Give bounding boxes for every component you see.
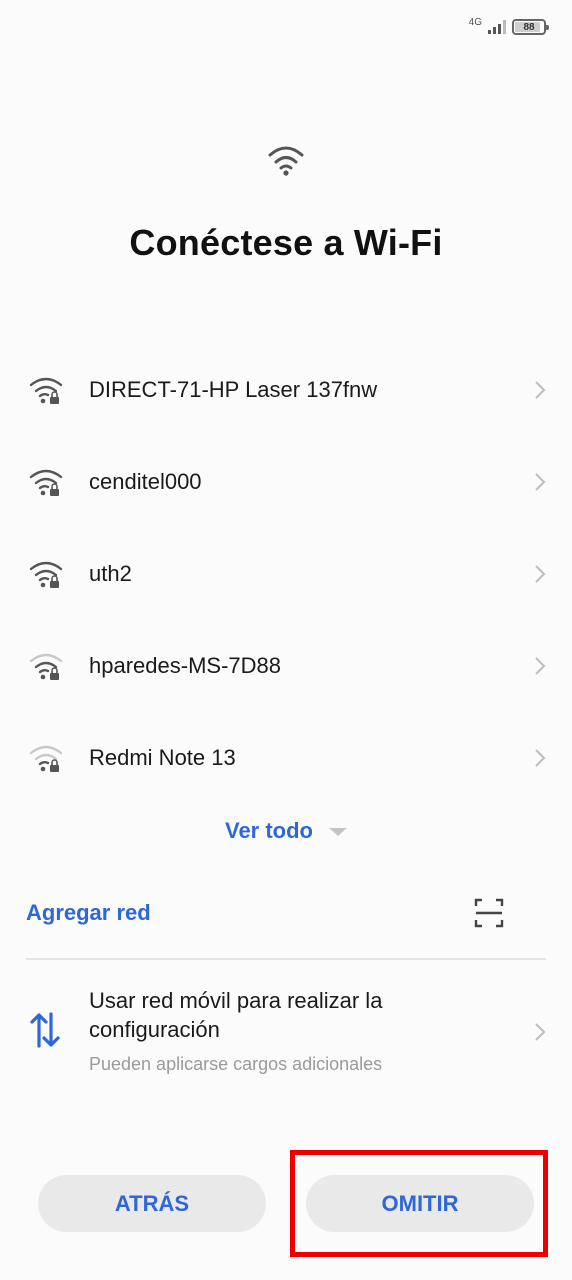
network-ssid: DIRECT-71-HP Laser 137fnw <box>89 377 378 402</box>
divider <box>26 958 546 960</box>
wifi-locked-icon <box>29 561 63 588</box>
wifi-setup-screen: 4G 88 Conéctese a Wi-Fi DIRECT-71-HP Las… <box>0 0 572 1280</box>
back-button[interactable]: ATRÁS <box>38 1175 266 1232</box>
chevron-right-icon <box>535 657 546 675</box>
chevron-right-icon <box>535 381 546 399</box>
add-network-link[interactable]: Agregar red <box>26 900 151 926</box>
wifi-locked-icon <box>29 745 63 772</box>
network-ssid: hparedes-MS-7D88 <box>89 653 281 678</box>
chevron-right-icon <box>535 473 546 491</box>
wifi-locked-icon <box>29 469 63 496</box>
skip-button[interactable]: OMITIR <box>306 1175 534 1232</box>
status-bar: 4G 88 <box>468 14 549 40</box>
see-all-button[interactable]: Ver todo <box>0 818 572 844</box>
network-type: 4G <box>468 16 482 28</box>
network-item[interactable]: DIRECT-71-HP Laser 137fnw <box>0 344 572 436</box>
battery-icon: 88 <box>512 19 549 35</box>
chevron-right-icon <box>535 1023 546 1041</box>
use-mobile-data-option[interactable]: Usar red móvil para realizar la configur… <box>0 980 572 1090</box>
network-list: DIRECT-71-HP Laser 137fnw cenditel000 ut… <box>0 344 572 804</box>
wifi-icon <box>268 146 304 176</box>
network-item[interactable]: hparedes-MS-7D88 <box>0 620 572 712</box>
battery-level: 88 <box>523 21 535 33</box>
see-all-label: Ver todo <box>224 818 313 843</box>
data-transfer-icon <box>30 1012 60 1048</box>
qr-scan-icon[interactable] <box>474 898 504 928</box>
network-item[interactable]: Redmi Note 13 <box>0 712 572 804</box>
chevron-right-icon <box>535 565 546 583</box>
network-item[interactable]: cenditel000 <box>0 436 572 528</box>
network-ssid: uth2 <box>89 561 132 586</box>
cell-signal-icon <box>488 20 506 34</box>
mobile-data-title: Usar red móvil para realizar la configur… <box>89 988 383 1042</box>
page-title: Conéctese a Wi-Fi <box>129 222 443 263</box>
network-item[interactable]: uth2 <box>0 528 572 620</box>
network-ssid: Redmi Note 13 <box>89 745 236 770</box>
wifi-locked-icon <box>29 653 63 680</box>
caret-down-icon <box>329 828 347 836</box>
network-ssid: cenditel000 <box>89 469 202 494</box>
chevron-right-icon <box>535 749 546 767</box>
wifi-locked-icon <box>29 377 63 404</box>
mobile-data-subtitle: Pueden aplicarse cargos adicionales <box>89 1054 383 1074</box>
